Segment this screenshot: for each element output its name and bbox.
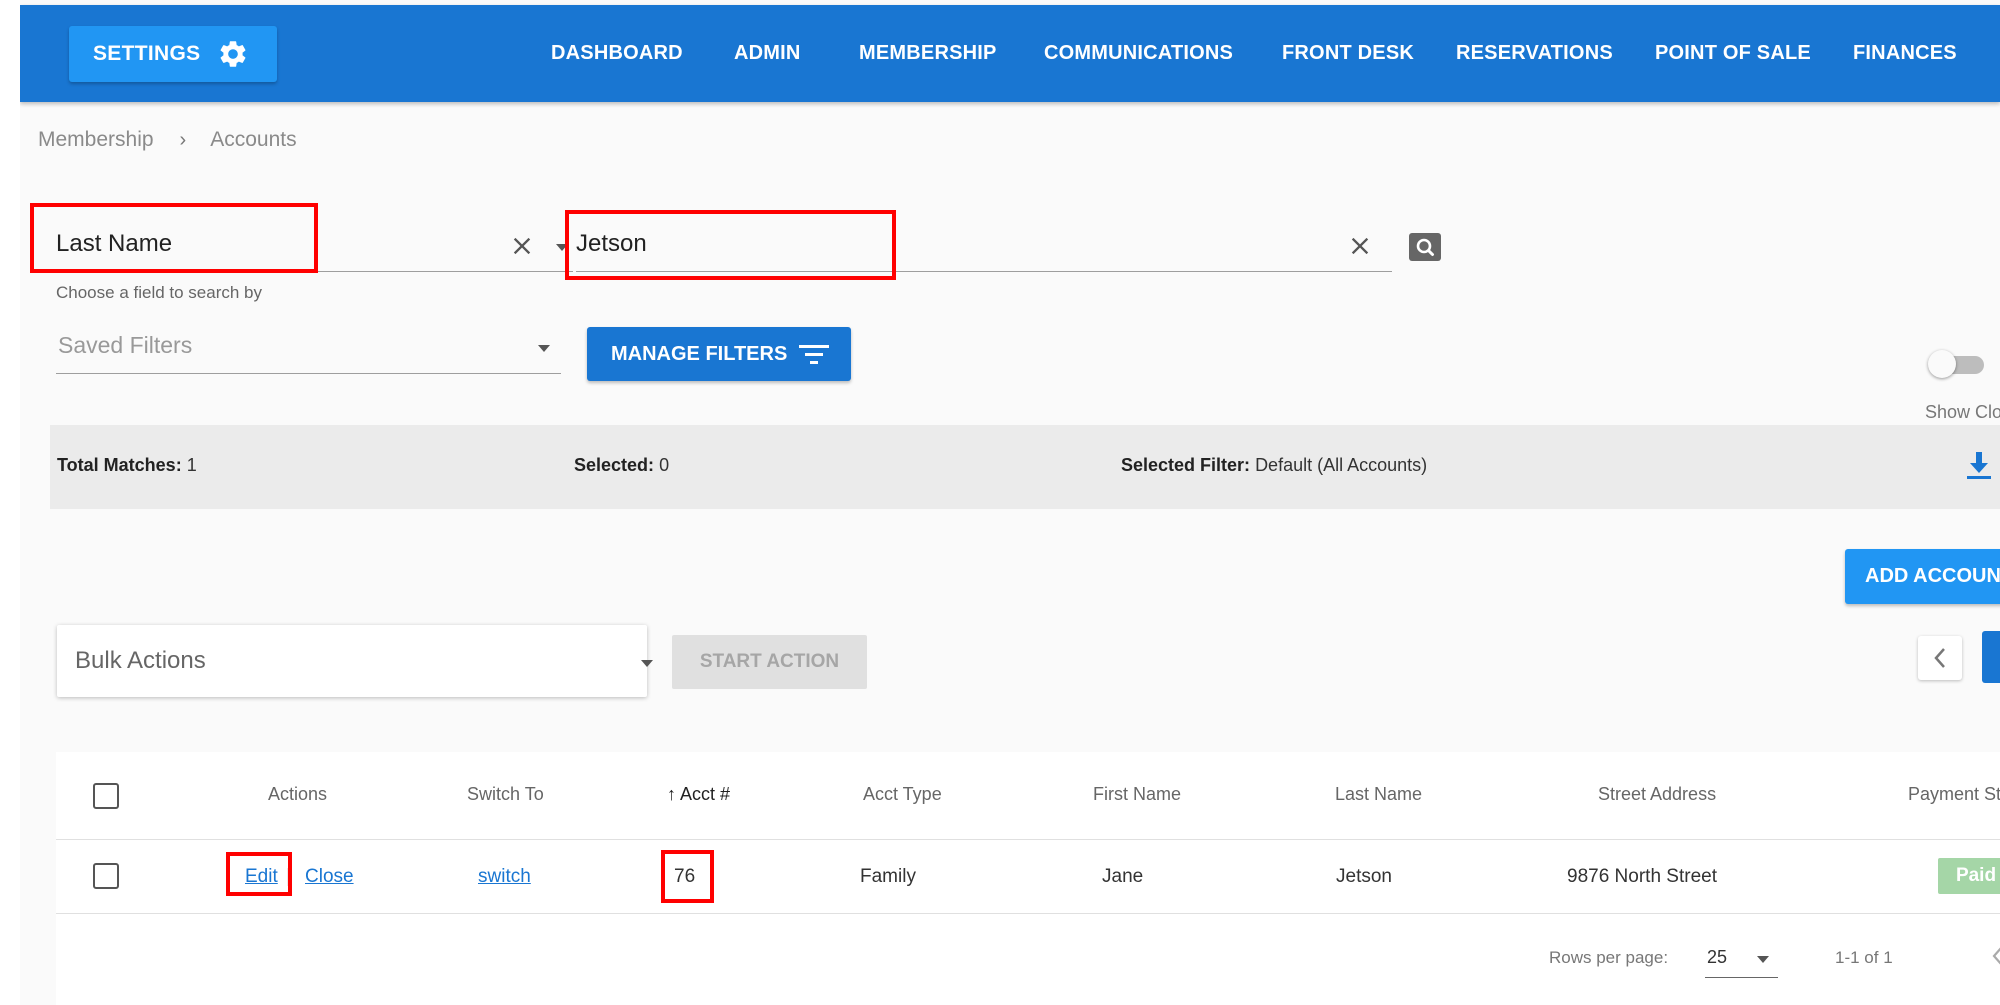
top-navbar: SETTINGS DASHBOARD ADMIN MEMBERSHIP COMM… — [20, 5, 2000, 102]
row-checkbox[interactable] — [93, 863, 119, 889]
selected-count: Selected: 0 — [574, 455, 670, 475]
saved-filters-placeholder: Saved Filters — [58, 332, 193, 358]
header-street-address[interactable]: Street Address — [1598, 784, 1716, 805]
clear-search-icon[interactable] — [1346, 232, 1374, 260]
nav-front-desk[interactable]: FRONT DESK — [1282, 5, 1414, 102]
manage-filters-button[interactable]: MANAGE FILTERS — [587, 327, 851, 381]
breadcrumb: Membership › Accounts — [38, 128, 297, 152]
screen: SETTINGS DASHBOARD ADMIN MEMBERSHIP COMM… — [0, 0, 2000, 1005]
chevron-down-icon[interactable] — [536, 343, 552, 353]
switch-link[interactable]: switch — [478, 866, 531, 888]
bulk-actions-placeholder: Bulk Actions — [75, 647, 206, 674]
first-name-cell: Jane — [1102, 866, 1144, 887]
pagination-range: 1-1 of 1 — [1835, 948, 1893, 967]
filter-list-icon — [799, 345, 829, 364]
edit-link[interactable]: Edit — [245, 866, 278, 888]
search-field-value: Last Name — [56, 230, 173, 257]
breadcrumb-accounts: Accounts — [210, 128, 297, 151]
table-header-row: Actions Switch To ↑ Acct # Acct Type Fir… — [56, 752, 2000, 840]
payment-status-badge: Paid — [1938, 858, 2000, 894]
acct-type-cell: Family — [860, 866, 916, 887]
nav-reservations[interactable]: RESERVATIONS — [1456, 5, 1613, 102]
breadcrumb-membership[interactable]: Membership — [38, 128, 154, 152]
header-switch-to: Switch To — [467, 784, 544, 804]
street-address-cell: 9876 North Street — [1567, 866, 1717, 887]
chevron-down-icon[interactable] — [639, 658, 655, 668]
sort-arrow-up-icon: ↑ — [667, 784, 676, 804]
add-account-button[interactable]: ADD ACCOUN — [1845, 549, 2000, 604]
breadcrumb-separator: › — [179, 128, 187, 151]
search-input[interactable]: Jetson — [576, 210, 1392, 272]
table-footer: Rows per page: 25 1-1 of 1 — [56, 914, 2000, 1005]
toggle-knob — [1928, 350, 1956, 378]
nav-finances[interactable]: FINANCES — [1853, 5, 1957, 102]
chevron-left-icon — [1934, 648, 1945, 668]
selected-filter: Selected Filter: Default (All Accounts) — [1121, 455, 1428, 475]
chevron-down-icon[interactable] — [1755, 954, 1771, 964]
rows-per-page-select[interactable]: 25 — [1705, 940, 1778, 978]
nav-dashboard[interactable]: DASHBOARD — [551, 5, 683, 102]
nav-point-of-sale[interactable]: POINT OF SALE — [1655, 5, 1811, 102]
last-name-cell: Jetson — [1336, 866, 1392, 887]
table-row: Edit | Close switch 76 Family Jane Jetso… — [56, 840, 2000, 914]
search-icon[interactable] — [1409, 233, 1441, 261]
nav-admin[interactable]: ADMIN — [734, 5, 801, 102]
show-closed-label: Show Clo — [1925, 402, 2000, 422]
header-first-name[interactable]: First Name — [1093, 784, 1181, 805]
header-payment-status[interactable]: Payment St — [1908, 784, 2000, 805]
header-acct-number[interactable]: ↑ Acct # — [667, 784, 730, 805]
chevron-left-icon[interactable] — [1991, 946, 2000, 966]
manage-filters-label: MANAGE FILTERS — [611, 342, 788, 365]
rows-per-page-value: 25 — [1707, 947, 1728, 967]
accounts-table: Actions Switch To ↑ Acct # Acct Type Fir… — [56, 752, 2000, 1005]
rows-per-page-label: Rows per page: — [1549, 948, 1669, 967]
select-all-checkbox[interactable] — [93, 783, 119, 809]
nav-communications[interactable]: COMMUNICATIONS — [1044, 5, 1233, 102]
acct-number-cell: 76 — [674, 866, 696, 887]
close-link[interactable]: Close — [305, 866, 354, 888]
action-divider: | — [286, 866, 291, 887]
search-field-hint: Choose a field to search by — [56, 283, 263, 302]
pager-prev-button[interactable] — [1918, 636, 1962, 680]
total-matches: Total Matches: 1 — [57, 455, 197, 475]
clear-field-icon[interactable] — [508, 232, 536, 260]
saved-filters-select[interactable]: Saved Filters — [56, 318, 561, 374]
chevron-down-icon[interactable] — [554, 242, 570, 252]
main-nav: DASHBOARD ADMIN MEMBERSHIP COMMUNICATION… — [20, 5, 2000, 102]
app-root: SETTINGS DASHBOARD ADMIN MEMBERSHIP COMM… — [20, 0, 2000, 1005]
header-acct-type[interactable]: Acct Type — [863, 784, 942, 805]
results-info-bar: Total Matches: 1 Selected: 0 Selected Fi… — [50, 425, 2000, 509]
bulk-actions-select[interactable]: Bulk Actions — [57, 625, 653, 697]
show-closed-toggle[interactable] — [1928, 350, 1984, 378]
start-action-button[interactable]: START ACTION — [672, 635, 867, 689]
nav-membership[interactable]: MEMBERSHIP — [859, 5, 997, 102]
search-field-select[interactable]: Last Name — [56, 210, 573, 272]
pager-current-page[interactable] — [1982, 631, 2000, 683]
search-query-value: Jetson — [576, 230, 647, 257]
download-icon[interactable] — [1966, 452, 1992, 480]
header-actions: Actions — [268, 784, 328, 804]
header-last-name[interactable]: Last Name — [1335, 784, 1422, 805]
